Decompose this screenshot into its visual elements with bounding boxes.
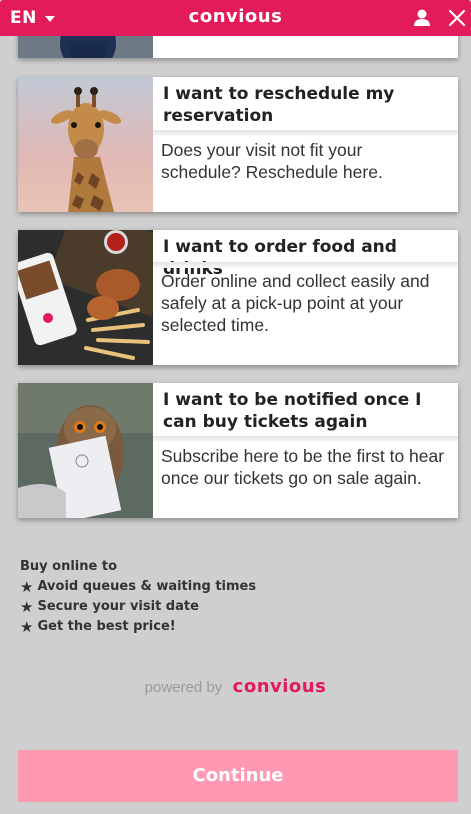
card-divider — [153, 262, 458, 268]
card-divider — [153, 130, 458, 136]
continue-button[interactable]: Continue — [18, 750, 458, 802]
perks-list: Buy online to ★ Avoid queues & waiting t… — [20, 557, 256, 637]
user-icon[interactable] — [412, 8, 432, 28]
food-image — [18, 230, 153, 365]
close-icon[interactable] — [447, 8, 467, 28]
offer-description: Does your visit not fit your schedule? R… — [161, 140, 383, 182]
offer-title: I want to reschedule my reservation — [163, 84, 395, 126]
offer-card-reschedule[interactable]: I want to reschedule my reservation Does… — [18, 77, 458, 212]
star-icon: ★ — [20, 618, 34, 636]
header-bar: EN convious — [0, 0, 471, 36]
offer-card-notify[interactable]: I want to be notified once I can buy tic… — [18, 383, 458, 518]
offers-scroll-area[interactable]: I want to reschedule my reservation Does… — [0, 0, 471, 814]
powered-by-label: powered by — [144, 679, 223, 696]
star-icon: ★ — [20, 598, 34, 616]
footer-brand-logo[interactable]: convious — [233, 676, 327, 697]
perk-item: ★ Avoid queues & waiting times — [20, 577, 256, 597]
perk-text: Get the best price! — [37, 619, 176, 634]
brand-logo: convious — [188, 6, 283, 27]
perk-text: Secure your visit date — [37, 599, 199, 614]
offer-card-food[interactable]: I want to order food and drinks Order on… — [18, 230, 458, 365]
star-icon: ★ — [20, 578, 34, 596]
card-divider — [153, 436, 458, 442]
perk-text: Avoid queues & waiting times — [37, 579, 257, 594]
owl-image — [18, 383, 153, 518]
offer-title: I want to be notified once I can buy tic… — [163, 390, 422, 432]
powered-by-footer: powered by convious — [0, 676, 471, 697]
perk-item: ★ Get the best price! — [20, 617, 256, 637]
giraffe-image — [18, 77, 153, 212]
offer-description: Subscribe here to be the first to hear o… — [161, 446, 445, 488]
perk-item: ★ Secure your visit date — [20, 597, 256, 617]
offer-description: Order online and collect easily and safe… — [161, 271, 430, 335]
perks-heading: Buy online to — [20, 559, 118, 574]
